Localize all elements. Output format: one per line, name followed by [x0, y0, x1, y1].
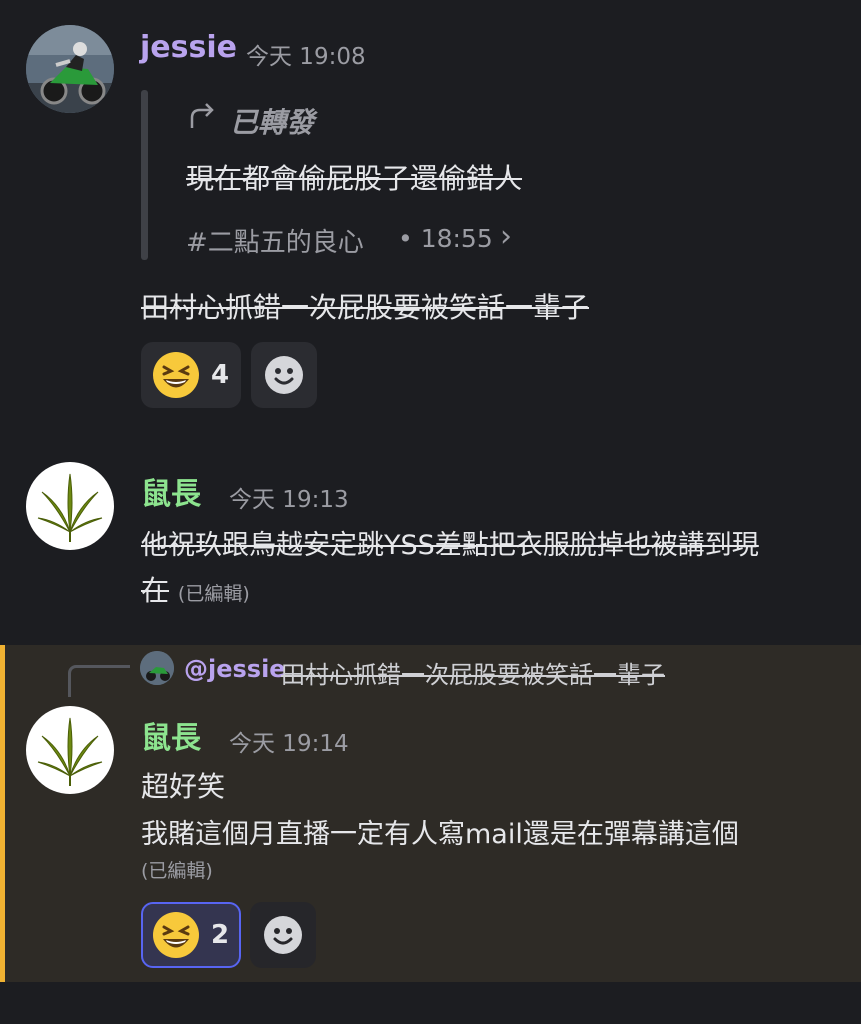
reaction-laughing[interactable]: 4	[141, 342, 241, 408]
forward-text: 現在都會偷屁股了還偷錯人	[186, 162, 523, 195]
smile-icon	[264, 916, 302, 954]
forward-source-time: • 18:55	[398, 224, 493, 253]
forward-bar	[141, 90, 148, 260]
edited-label: (已編輯)	[141, 860, 213, 882]
avatar[interactable]	[26, 462, 114, 550]
message-3-highlighted: @jessie 田村心抓錯一次屁股要被笑話一輩子 鼠長 今天 19:14 超好笑…	[0, 645, 861, 982]
message-text-line2-wrap: 在 (已編輯)	[141, 569, 250, 609]
mention-highlight-bar	[0, 645, 5, 982]
message-text-line2: 我賭這個月直播一定有人寫mail還是在彈幕講這個	[141, 819, 739, 850]
add-reaction-button[interactable]	[250, 902, 316, 968]
forward-source-channel[interactable]: #二點五的良心	[186, 222, 364, 259]
author-name[interactable]: 鼠長	[141, 469, 201, 513]
add-reaction-button[interactable]	[251, 342, 317, 408]
message-text-line1: 超好笑	[141, 770, 226, 803]
chevron-right-icon[interactable]: ›	[500, 219, 512, 254]
reply-spine	[68, 665, 130, 697]
message-text: 田村心抓錯一次屁股要被笑話一輩子	[141, 291, 590, 324]
forward-label: 已轉發	[230, 106, 315, 139]
reaction-laughing[interactable]: 2	[141, 902, 241, 968]
laughing-face-icon	[152, 352, 199, 398]
motorcycle-avatar-icon	[26, 25, 114, 113]
author-name[interactable]: 鼠長	[141, 713, 201, 757]
avatar[interactable]	[26, 706, 114, 794]
smile-icon	[265, 356, 303, 394]
message-text-line1: 他祝玖跟鳥越安定跳YSS差點把衣服脫掉也被講到現	[141, 530, 759, 561]
reaction-count: 4	[210, 360, 230, 390]
message-text-line2: 在	[141, 574, 170, 607]
reply-mention[interactable]: @jessie	[184, 655, 286, 683]
reaction-count: 2	[210, 920, 230, 950]
cannabis-leaf-icon	[37, 717, 103, 786]
laughing-face-icon	[152, 912, 199, 958]
reply-avatar[interactable]	[140, 651, 174, 685]
forward-arrow-icon	[186, 100, 218, 136]
message-1: jessie 今天 19:08 已轉發 現在都會偷屁股了還偷錯人 #二點五的良心…	[0, 0, 861, 430]
timestamp: 今天 19:13	[229, 487, 349, 513]
cannabis-leaf-icon	[37, 473, 103, 542]
avatar[interactable]	[26, 25, 114, 113]
timestamp: 今天 19:08	[246, 44, 366, 70]
reply-preview-text[interactable]: 田村心抓錯一次屁股要被笑話一輩子	[281, 655, 665, 690]
timestamp: 今天 19:14	[229, 731, 349, 757]
message-2: 鼠長 今天 19:13 他祝玖跟鳥越安定跳YSS差點把衣服脫掉也被講到現 在 (…	[0, 440, 861, 640]
author-name[interactable]: jessie	[140, 30, 237, 65]
edited-label: (已編輯)	[177, 583, 250, 605]
motorcycle-avatar-icon	[140, 651, 174, 685]
